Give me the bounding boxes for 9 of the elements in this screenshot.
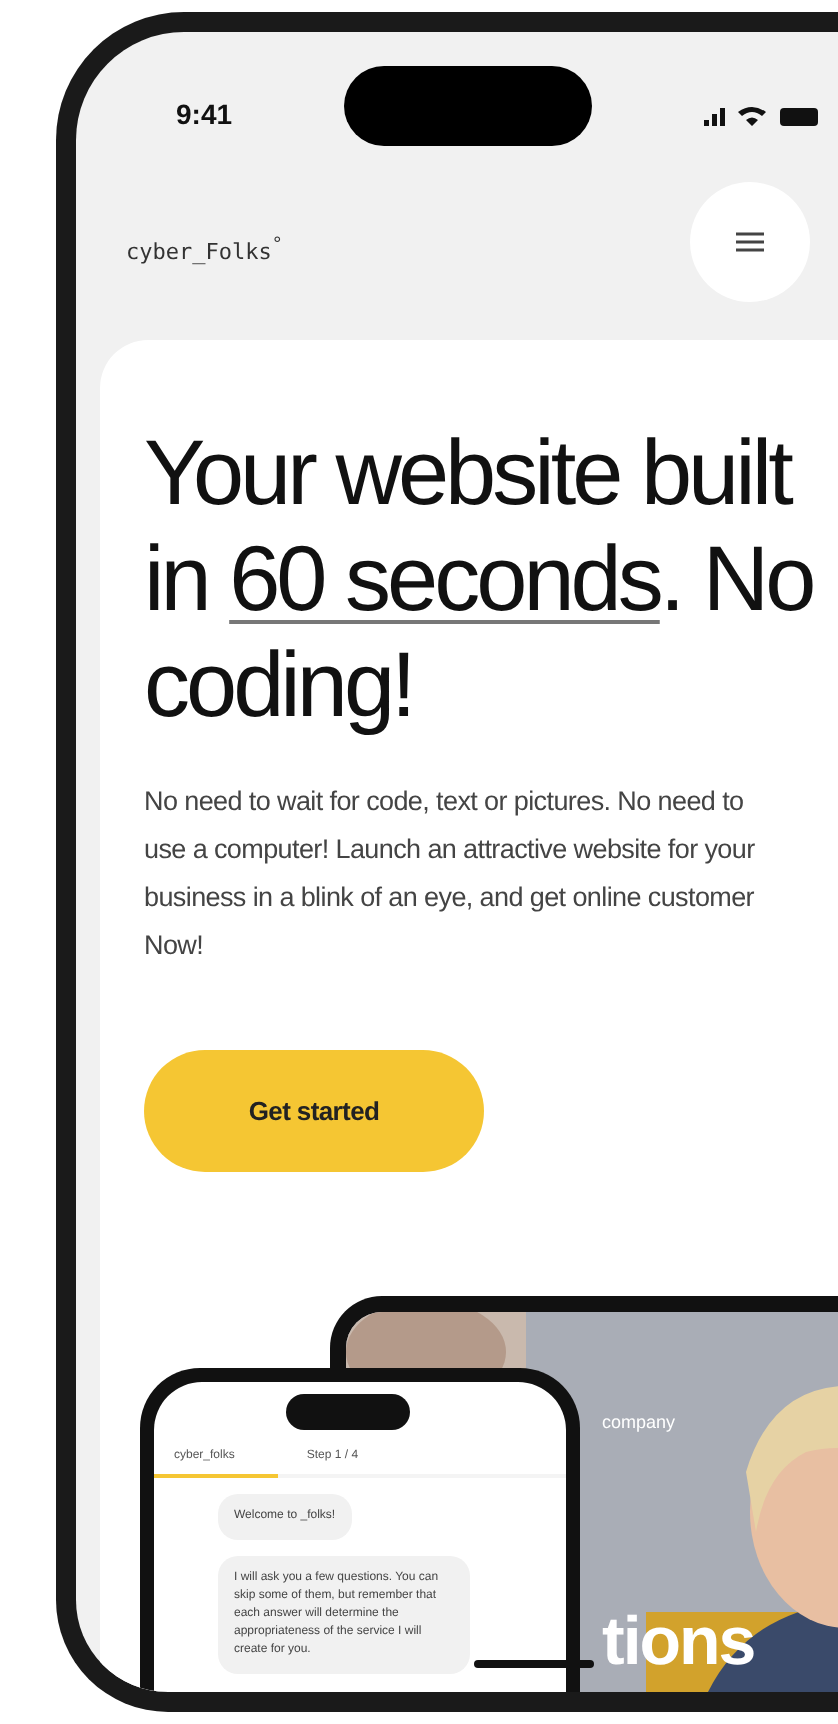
menu-icon bbox=[736, 232, 764, 252]
slide-caption: company bbox=[602, 1412, 676, 1432]
camera-island bbox=[286, 1394, 410, 1430]
get-started-button[interactable]: Get started bbox=[144, 1050, 484, 1172]
brand-logo[interactable]: cyber_Folks$^{°}$ bbox=[126, 234, 283, 266]
hero-headline: Your website built in 60 seconds. No coding! bbox=[144, 420, 815, 738]
status-time: 9:41 bbox=[176, 98, 233, 130]
status-icons bbox=[704, 104, 820, 128]
hero-description: No need to wait for code, text or pictures. No need to use a computer! Launch an attractive website for your business in a blink of an eye, and get online customer Now! bbox=[144, 784, 757, 964]
